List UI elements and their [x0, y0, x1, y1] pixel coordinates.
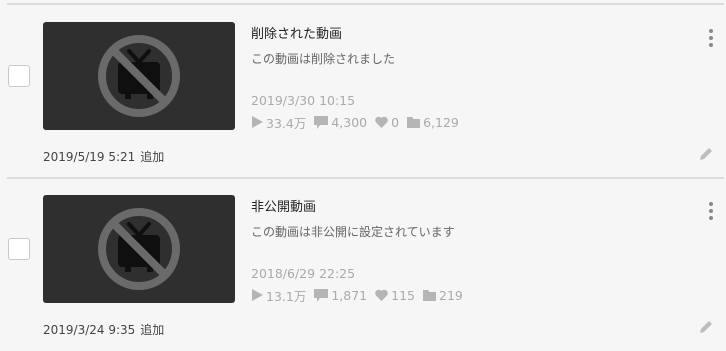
- like-count: 0: [375, 115, 399, 130]
- post-date: 2018/6/29 22:25: [251, 266, 356, 281]
- added-label: 追加: [140, 323, 165, 337]
- added-date-value: 2019/3/24 9:35: [43, 323, 136, 337]
- play-icon: [252, 116, 263, 128]
- folder-icon: [423, 289, 436, 301]
- view-count: 13.1万: [251, 286, 306, 305]
- mylist-count-value: 219: [439, 287, 463, 303]
- prohibited-tv-icon: [98, 208, 180, 290]
- video-title[interactable]: 削除された動画: [251, 23, 342, 42]
- view-count-value: 33.4万: [266, 115, 307, 131]
- more-vertical-icon[interactable]: [706, 28, 716, 48]
- video-stats: 33.4万 4,300 0 6,129: [251, 113, 467, 132]
- post-date: 2019/3/30 10:15: [251, 93, 356, 108]
- pencil-icon[interactable]: [699, 147, 715, 161]
- view-count: 33.4万: [251, 113, 306, 132]
- mylist-count-value: 6,129: [423, 114, 459, 130]
- select-checkbox[interactable]: [8, 238, 30, 260]
- video-thumbnail[interactable]: [43, 22, 235, 130]
- video-list: 削除された動画 この動画は削除されました 2019/3/30 10:15 33.…: [0, 0, 726, 351]
- folder-icon: [407, 116, 421, 128]
- play-icon: [252, 289, 263, 301]
- comment-count: 4,300: [314, 115, 367, 130]
- comment-icon: [314, 288, 329, 302]
- added-date: 2019/5/19 5:21 追加: [43, 148, 164, 165]
- like-count: 115: [375, 288, 415, 303]
- video-stats: 13.1万 1,871 115 219: [251, 286, 471, 305]
- video-description: この動画は非公開に設定されています: [251, 225, 455, 239]
- select-checkbox[interactable]: [8, 65, 30, 87]
- list-item: 削除された動画 この動画は削除されました 2019/3/30 10:15 33.…: [0, 5, 726, 175]
- video-description: この動画は削除されました: [251, 52, 396, 66]
- mylist-count: 219: [423, 288, 463, 303]
- added-label: 追加: [140, 150, 165, 164]
- comment-count-value: 4,300: [331, 114, 368, 130]
- video-title[interactable]: 非公開動画: [251, 196, 316, 215]
- pencil-icon[interactable]: [699, 320, 715, 334]
- video-thumbnail[interactable]: [43, 195, 235, 303]
- mylist-count: 6,129: [407, 115, 459, 130]
- heart-icon: [375, 116, 388, 128]
- prohibited-tv-icon: [98, 35, 180, 117]
- comment-count-value: 1,871: [331, 287, 368, 303]
- list-item: 非公開動画 この動画は非公開に設定されています 2018/6/29 22:25 …: [0, 178, 726, 348]
- heart-icon: [375, 289, 388, 301]
- added-date: 2019/3/24 9:35 追加: [43, 321, 164, 338]
- comment-count: 1,871: [314, 288, 367, 303]
- more-vertical-icon[interactable]: [706, 201, 716, 221]
- like-count-value: 0: [391, 114, 400, 130]
- comment-icon: [314, 115, 329, 129]
- like-count-value: 115: [391, 287, 415, 303]
- view-count-value: 13.1万: [266, 288, 307, 304]
- added-date-value: 2019/5/19 5:21: [43, 150, 136, 164]
